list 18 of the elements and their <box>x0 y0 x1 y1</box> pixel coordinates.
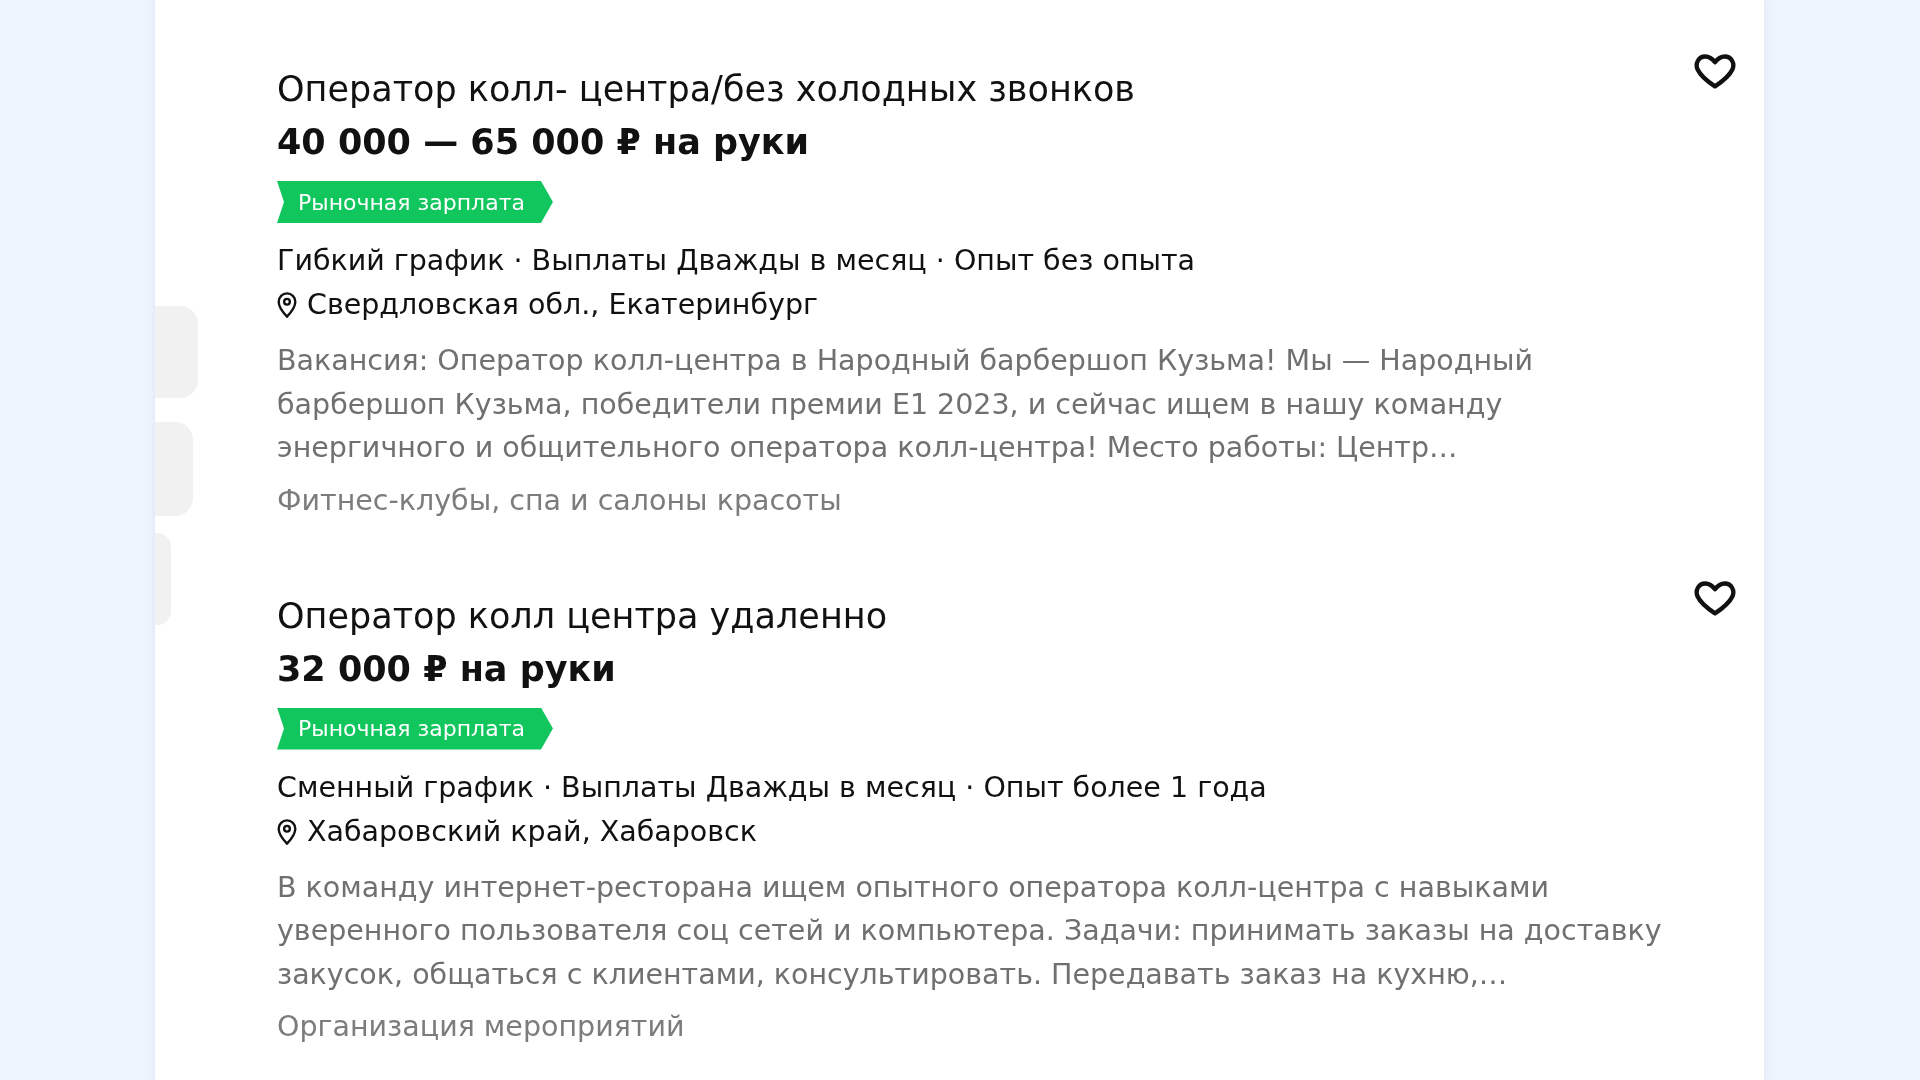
heart-icon[interactable] <box>1694 580 1736 616</box>
salary-text: 32 000 ₽ на руки <box>277 647 616 691</box>
job-conditions-text: Гибкий график · Выплаты Дважды в месяц · Опыт без опыта <box>277 243 1196 279</box>
location-pin-icon <box>277 818 297 845</box>
location-pin-icon <box>277 292 297 318</box>
job-conditions-text: Сменный график · Выплаты Дважды в месяц · Опыт более 1 года <box>277 769 1267 806</box>
heart-icon[interactable] <box>1694 54 1736 89</box>
salary-text: 40 000 — 65 000 ₽ на руки <box>277 121 810 164</box>
market-salary-badge: Рыночная зарплата <box>277 707 553 750</box>
vacancy-description: Вакансия: Оператор колл-центра в Народный барбершоп Кузьма! Мы — Народный барбершоп Кузьма, победители премии E1 2023, и сейчас ищем в нашу команду энергичного и общительного оператора колл-центра! Место работы: Центр… <box>277 343 1534 466</box>
industry-text: Фитнес-клубы, спа и салоны красоты <box>277 482 842 519</box>
industry-text: Организация мероприятий <box>277 1009 685 1045</box>
location-text: Свердловская обл., Екатеринбург <box>307 287 818 323</box>
vacancy-title[interactable]: Оператор колл центра удаленно <box>277 593 888 638</box>
market-salary-badge: Рыночная зарплата <box>277 181 553 223</box>
location-text: Хабаровский край, Хабаровск <box>307 813 757 850</box>
vacancy-description: В команду интернет-ресторана ищем опытного оператора колл-центра с навыками уверенного пользователя соц сетей и компьютера. Задачи: принимать заказы на доставку закусок, общаться с клиентами, консультировать. Передавать заказ на кухню,… <box>277 869 1662 993</box>
vacancy-title[interactable]: Оператор колл- центра/без холодных звонков <box>277 67 1135 111</box>
